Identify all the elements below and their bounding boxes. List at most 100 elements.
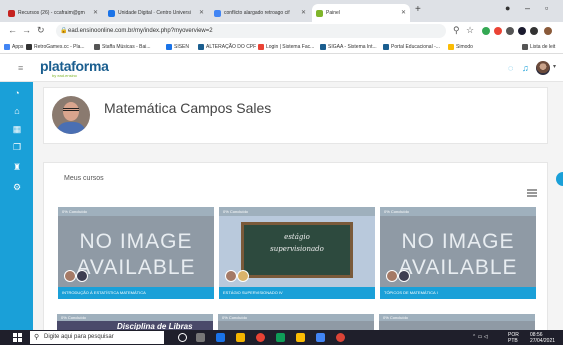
course-card[interactable]: 0% Concluído NO IMAGE AVAILABLE TÓPICOS … bbox=[380, 207, 536, 299]
bookmark-icon bbox=[383, 44, 389, 50]
site-icon bbox=[108, 10, 115, 17]
course-card[interactable]: 0% Concluído NO IMAGE AVAILABLE INTRODUÇ… bbox=[58, 207, 214, 299]
close-icon[interactable]: ✕ bbox=[93, 4, 98, 22]
close-icon[interactable]: ✕ bbox=[301, 4, 306, 22]
bookmark-item[interactable]: SISEN bbox=[166, 40, 189, 54]
tab-label: Painel bbox=[326, 10, 340, 16]
app-header: ≡ plataforma by ead.ensino ◌ ♫ ▾ bbox=[0, 54, 563, 82]
gmail-icon bbox=[8, 10, 15, 17]
chrome-icon[interactable] bbox=[256, 333, 265, 342]
user-avatar[interactable] bbox=[536, 61, 550, 75]
maximize-icon[interactable]: ▫ bbox=[545, 3, 548, 13]
no-image-text: NO IMAGE bbox=[79, 230, 193, 253]
progress-label: 0% Concluído bbox=[57, 314, 213, 321]
page-title: Matemática Campos Sales bbox=[104, 100, 272, 116]
app-icon[interactable] bbox=[276, 333, 285, 342]
course-card[interactable]: 0% Concluído Disciplina de Libras bbox=[57, 314, 213, 330]
bookmark-item[interactable]: ALTERAÇÃO DO CPF bbox=[198, 40, 256, 54]
address-bar[interactable]: 🔒 ead.ensinoonline.com.br/my/index.php?m… bbox=[56, 24, 446, 38]
dashboard-icon[interactable]: ◔ bbox=[10, 88, 24, 98]
course-name[interactable]: ESTÁGIO SUPERVISIONADO IV bbox=[219, 287, 375, 299]
course-card[interactable]: 0% Concluído estágio supervisionado ESTÁ… bbox=[219, 207, 375, 299]
profile-face bbox=[63, 102, 79, 121]
browser-tab[interactable]: Unidade Digital · Centro Universi ✕ bbox=[104, 4, 208, 22]
extension-icon[interactable] bbox=[518, 27, 526, 35]
close-icon[interactable]: ✕ bbox=[199, 4, 204, 22]
no-image-text: NO IMAGE bbox=[401, 230, 515, 253]
home-icon[interactable]: ⌂ bbox=[10, 106, 24, 116]
bookmark-label: Simodo bbox=[456, 44, 473, 50]
tray-icons[interactable]: ⌃ ▭ ◁ bbox=[472, 334, 488, 340]
chevron-down-icon[interactable]: ▾ bbox=[553, 63, 556, 70]
bookmark-label: Staffa Músicas - Bai... bbox=[102, 44, 151, 50]
close-icon[interactable]: ✕ bbox=[401, 4, 406, 22]
bookmark-item[interactable]: Simodo bbox=[448, 40, 473, 54]
windows-start-icon[interactable] bbox=[13, 333, 22, 342]
hamburger-icon[interactable] bbox=[527, 189, 537, 198]
course-name[interactable]: INTRODUÇÃO À ESTATÍSTICA MATEMÁTICA bbox=[58, 287, 214, 299]
task-view-icon[interactable] bbox=[196, 333, 205, 342]
profile-avatar-icon[interactable] bbox=[544, 27, 552, 35]
bookmark-item[interactable]: RetroGames.cc - Pla... bbox=[26, 40, 85, 54]
clock[interactable]: 08:56 27/04/2021 bbox=[530, 332, 555, 344]
app-icon[interactable] bbox=[296, 333, 305, 342]
site-logo[interactable]: plataforma bbox=[40, 58, 109, 74]
app-icon[interactable] bbox=[316, 333, 325, 342]
search-placeholder: Digite aqui para pesquisar bbox=[44, 334, 114, 340]
minimize-icon[interactable]: – bbox=[525, 3, 530, 13]
back-icon[interactable]: ← bbox=[8, 25, 17, 35]
course-card[interactable]: 0% Concluído bbox=[218, 314, 374, 330]
extension-icon[interactable] bbox=[494, 27, 502, 35]
courses-icon[interactable]: ♜ bbox=[10, 162, 24, 173]
clock-date: 27/04/2021 bbox=[530, 338, 556, 344]
folder-icon[interactable] bbox=[236, 333, 245, 342]
reading-list[interactable]: Lista de leit bbox=[522, 40, 555, 54]
bookmark-label: Lista de leit bbox=[530, 44, 556, 50]
settings-icon[interactable]: ⚙ bbox=[10, 182, 24, 193]
language-indicator[interactable]: POR PTB bbox=[508, 332, 519, 344]
bell-icon[interactable]: ♫ bbox=[522, 63, 529, 73]
profile-circle-icon[interactable]: ● bbox=[505, 3, 510, 13]
star-icon[interactable]: ☆ bbox=[466, 25, 474, 36]
bookmark-label: ALTERAÇÃO DO CPF bbox=[206, 44, 257, 50]
edge-icon[interactable] bbox=[216, 333, 225, 342]
bookmark-item[interactable]: Portal Educacional -... bbox=[383, 40, 440, 54]
drawer-toggle[interactable] bbox=[556, 172, 563, 186]
reload-icon[interactable]: ↻ bbox=[37, 25, 45, 36]
bookmark-item[interactable]: Login | Sistema Fac... bbox=[258, 40, 314, 54]
page-header-card: Matemática Campos Sales bbox=[43, 87, 548, 144]
course-name[interactable]: TÓPICOS DE MATEMÁTICA I bbox=[380, 287, 536, 299]
browser-tab[interactable]: conflicto alargado retroago cif ✕ bbox=[210, 4, 310, 22]
bookmark-label: SIGAA - Sistema Int... bbox=[328, 44, 377, 50]
taskbar-search[interactable]: ⚲ Digite aqui para pesquisar bbox=[30, 331, 164, 344]
bookmark-item[interactable]: SIGAA - Sistema Int... bbox=[320, 40, 377, 54]
profile-photo[interactable] bbox=[52, 96, 90, 134]
bookmark-label: SISEN bbox=[174, 44, 190, 50]
bookmark-item[interactable]: Staffa Músicas - Bai... bbox=[94, 40, 151, 54]
progress-label: 0% Concluído bbox=[58, 207, 214, 216]
extension-icon[interactable] bbox=[482, 27, 490, 35]
course-image bbox=[218, 321, 374, 330]
lock-icon: 🔒 bbox=[60, 28, 68, 34]
participant-avatar bbox=[225, 270, 237, 282]
new-tab-icon[interactable]: + bbox=[415, 4, 421, 15]
browser-tab[interactable]: Recursos (26) - ccafraim@gm ✕ bbox=[4, 4, 102, 22]
my-courses-heading: Meus cursos bbox=[64, 175, 104, 182]
cortana-icon[interactable] bbox=[178, 333, 187, 342]
files-icon[interactable]: ❐ bbox=[10, 142, 24, 153]
chat-icon[interactable]: ◌ bbox=[508, 63, 513, 73]
puzzle-icon[interactable] bbox=[530, 27, 538, 35]
tab-label: conflicto alargado retroago cif bbox=[224, 10, 290, 16]
bookmark-apps[interactable]: Apps bbox=[4, 40, 23, 54]
forward-icon[interactable]: → bbox=[22, 25, 31, 35]
menu-icon[interactable]: ≡ bbox=[18, 63, 23, 73]
windows-taskbar: ⚲ Digite aqui para pesquisar ⌃ ▭ ◁ POR P… bbox=[0, 330, 563, 345]
course-card[interactable]: 0% Concluído bbox=[379, 314, 535, 330]
browser-tab-active[interactable]: Painel ✕ bbox=[312, 4, 410, 22]
extension-icon[interactable] bbox=[506, 27, 514, 35]
participant-avatar bbox=[76, 270, 88, 282]
app-icon[interactable] bbox=[336, 333, 345, 342]
bookmark-icon bbox=[320, 44, 326, 50]
zoom-icon[interactable]: ⚲ bbox=[453, 25, 460, 36]
calendar-icon[interactable]: ▦ bbox=[10, 124, 24, 135]
